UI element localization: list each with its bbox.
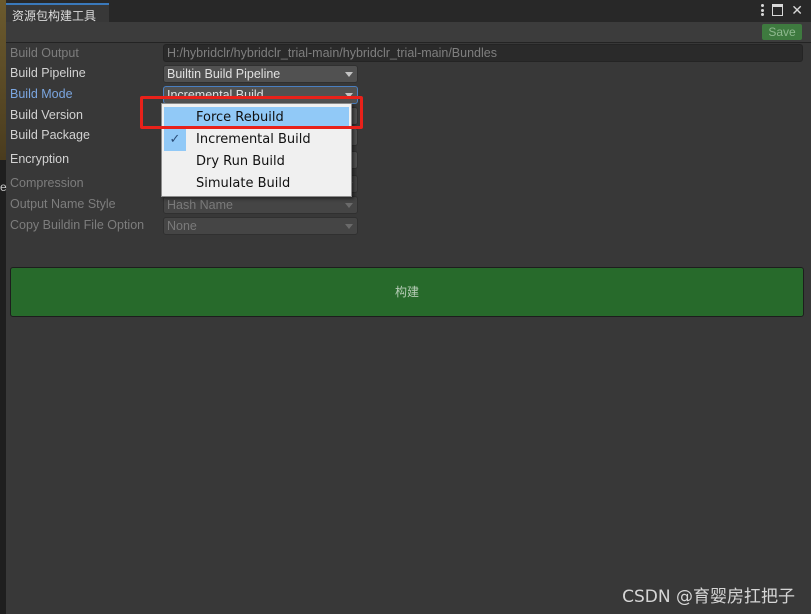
build-pipeline-value: Builtin Build Pipeline [167,67,281,81]
window-titlebar: 资源包构建工具 ✕ [6,0,811,23]
output-name-style-label: Output Name Style [10,197,116,211]
menu-item-incremental-build[interactable]: ✓ Incremental Build [164,129,349,151]
chevron-down-icon [345,224,353,229]
build-pipeline-label: Build Pipeline [10,66,86,80]
build-settings-panel: Build Output H:/hybridclr/hybridclr_tria… [6,43,811,614]
build-pipeline-dropdown[interactable]: Builtin Build Pipeline [163,65,358,83]
output-name-style-value: Hash Name [167,198,233,212]
copy-buildin-file-option-value: None [167,219,197,233]
checkmark-icon: ✓ [164,129,186,151]
chevron-down-icon [345,72,353,77]
output-name-style-dropdown[interactable]: Hash Name [163,196,358,214]
build-mode-label: Build Mode [10,87,73,101]
menu-item-simulate-build[interactable]: Simulate Build [164,173,349,195]
save-button[interactable]: Save [762,24,802,40]
tab-asset-bundle-builder[interactable]: 资源包构建工具 [6,3,109,23]
menu-item-label: Simulate Build [196,176,291,191]
compression-label: Compression [10,176,84,190]
build-output-field[interactable]: H:/hybridclr/hybridclr_trial-main/hybrid… [163,44,803,62]
build-button[interactable]: 构建 [10,267,804,317]
menu-item-label: Incremental Build [196,132,311,147]
maximize-icon[interactable] [772,4,784,16]
chevron-down-icon [345,203,353,208]
annotation-highlight-box [140,96,363,129]
encryption-label: Encryption [10,152,70,166]
build-output-label: Build Output [10,46,79,60]
close-icon[interactable]: ✕ [791,3,803,17]
menu-item-label: Dry Run Build [196,154,285,169]
copy-buildin-file-option-dropdown[interactable]: None [163,217,358,235]
copy-buildin-file-option-label: Copy Buildin File Option [10,218,145,232]
watermark: CSDN @育婴房扛把子 [622,587,795,607]
build-package-label: Build Package [10,128,90,142]
menu-item-dry-run-build[interactable]: Dry Run Build [164,151,349,173]
build-version-label: Build Version [10,108,83,122]
window-controls: ✕ [761,3,803,17]
kebab-menu-icon[interactable] [761,4,765,16]
toolbar: Save [6,22,811,43]
